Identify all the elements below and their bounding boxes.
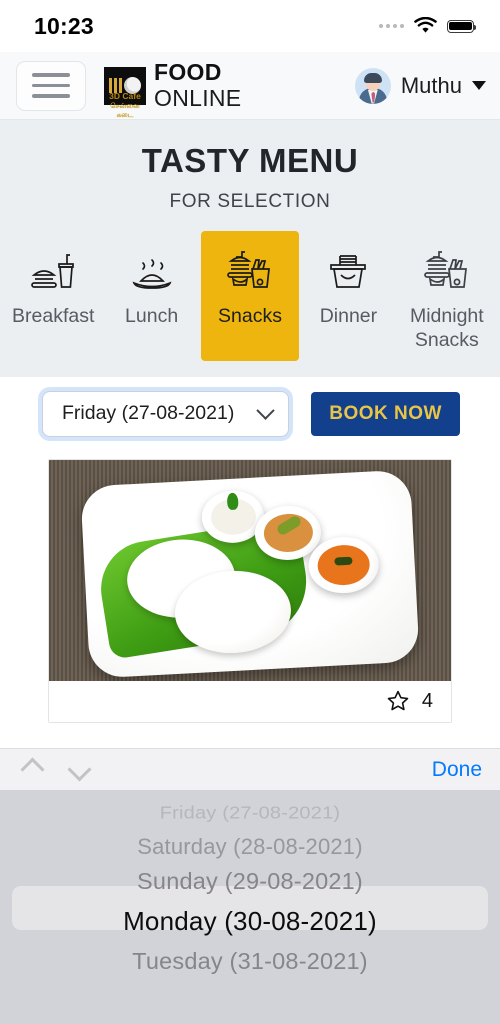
chevron-down-icon [256, 401, 275, 420]
burger-fries-drink-icon [227, 241, 273, 295]
logo-wrapper: 3D Cafe சென்னை கடை [104, 66, 146, 119]
picker-option[interactable]: Friday (27-08-2021) [0, 798, 500, 829]
category-label: Lunch [125, 305, 179, 327]
signal-dots-icon [379, 24, 404, 28]
food-card[interactable]: 4 [48, 458, 452, 723]
picker-toolbar: Done [0, 748, 500, 790]
app-root: 10:23 3D Cafe சென்னை கடை FOOD ONLINE Mut… [0, 0, 500, 1024]
picker-done-button[interactable]: Done [432, 758, 482, 782]
battery-full-icon [447, 19, 477, 33]
date-select[interactable]: Friday (27-08-2021) [42, 390, 290, 437]
booking-row: Friday (27-08-2021) BOOK NOW [0, 390, 500, 437]
picker-option[interactable]: Tuesday (31-08-2021) [0, 944, 500, 978]
category-tab-midnight-snacks[interactable]: Midnight Snacks [398, 231, 496, 361]
idli-plate-photo [49, 459, 451, 681]
card-footer: 4 [49, 680, 451, 722]
book-now-button[interactable]: BOOK NOW [311, 391, 460, 436]
noodle-box-icon [325, 241, 371, 295]
wifi-icon [414, 17, 437, 33]
logo-sub-main: 3D Cafe [109, 91, 141, 102]
brand-line-1: FOOD [154, 59, 222, 85]
brand-line-2: ONLINE [154, 85, 242, 111]
picker-option[interactable]: Saturday (28-08-2021) [0, 830, 500, 864]
date-picker-overlay: Done Friday (27-08-2021) Saturday (28-08… [0, 748, 500, 1024]
page-subtitle: FOR SELECTION [169, 191, 331, 212]
chevron-down-icon[interactable] [67, 757, 92, 782]
star-outline-icon[interactable] [386, 689, 410, 713]
status-indicators [379, 17, 477, 35]
chevron-up-icon[interactable] [20, 757, 45, 782]
category-tab-lunch[interactable]: Lunch [102, 231, 200, 361]
hot-plate-icon [129, 241, 175, 295]
category-label: Dinner [319, 305, 378, 327]
status-time: 10:23 [34, 12, 94, 39]
burger-fries-drink-icon [424, 241, 470, 295]
category-label: Breakfast [12, 305, 95, 327]
category-label: Midnight Snacks [409, 305, 484, 351]
logo-sub-l2: சென்னை [110, 103, 140, 110]
picker-nav-arrows [20, 757, 92, 782]
status-bar: 10:23 [0, 0, 500, 52]
date-select-value: Friday (27-08-2021) [62, 402, 235, 425]
brand-logo: 3D Cafe சென்னை கடை FOOD ONLINE [104, 61, 241, 119]
category-tabs: Breakfast Lunch Snacks Dinner Midnight S… [0, 231, 500, 361]
logo-sub-l3: கடை [116, 111, 134, 119]
category-tab-breakfast[interactable]: Breakfast [4, 231, 102, 361]
rating-value: 4 [421, 689, 433, 712]
brand-text: FOOD ONLINE [154, 61, 241, 110]
category-tab-snacks[interactable]: Snacks [200, 231, 300, 361]
logo-subtext: 3D Cafe சென்னை கடை [104, 91, 146, 120]
menu-section: TASTY MENU FOR SELECTION Breakfast Lunch… [0, 120, 500, 377]
plate-shape [80, 469, 420, 679]
user-avatar-icon [354, 67, 391, 104]
burger-drink-icon [30, 241, 76, 295]
page-title: TASTY MENU [141, 142, 359, 179]
app-header: 3D Cafe சென்னை கடை FOOD ONLINE Muthu [0, 52, 500, 120]
category-tab-dinner[interactable]: Dinner [299, 231, 397, 361]
content-area: Friday (27-08-2021) BOOK NOW 4 [0, 376, 500, 723]
picker-option[interactable]: Sunday (29-08-2021) [0, 864, 500, 898]
user-name: Muthu [400, 72, 462, 98]
user-menu[interactable]: Muthu [354, 67, 486, 104]
category-label: Snacks [218, 305, 282, 327]
picker-option-selected[interactable]: Monday (30-08-2021) [0, 898, 500, 944]
hamburger-menu-icon[interactable] [16, 60, 86, 111]
tomato-chutney-bowl [307, 535, 381, 596]
caret-down-icon[interactable] [472, 81, 486, 90]
picker-wheel[interactable]: Friday (27-08-2021) Saturday (28-08-2021… [0, 790, 500, 1024]
